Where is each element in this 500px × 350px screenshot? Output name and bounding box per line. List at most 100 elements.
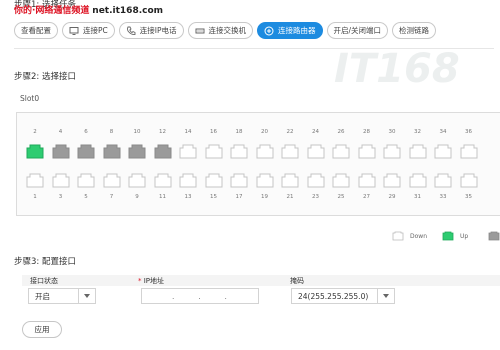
ethernet-port-9[interactable]: [128, 173, 146, 188]
ethernet-port-34[interactable]: [434, 144, 452, 159]
ethernet-port-33[interactable]: [434, 173, 452, 188]
ethernet-port-32[interactable]: [409, 144, 427, 159]
ethernet-port-23[interactable]: [307, 173, 325, 188]
phone-icon: [126, 26, 136, 36]
mask-value: 24(255.255.255.0): [298, 291, 369, 301]
port-number-bottom: 25: [337, 194, 345, 200]
task-connect-switch-button[interactable]: 连接交换机: [187, 22, 253, 39]
chevron-down-icon: [377, 289, 394, 303]
task-label: 连接交换机: [208, 26, 247, 35]
ethernet-port-10[interactable]: [128, 144, 146, 159]
task-toggle-port-button[interactable]: 开启/关闭端口: [326, 22, 389, 39]
ethernet-port-3[interactable]: [52, 173, 70, 188]
ip-label: * IP地址: [138, 276, 164, 286]
port-number-bottom: 27: [363, 194, 370, 200]
task-view-config-button[interactable]: 查看配置: [14, 22, 58, 39]
task-label: 检测链路: [399, 26, 430, 35]
chevron-down-icon: [78, 289, 95, 303]
mask-label: 掩码: [290, 277, 304, 285]
site-watermark-url: net.it168.com: [92, 6, 164, 16]
mask-select[interactable]: 24(255.255.255.0): [291, 288, 395, 304]
ethernet-port-4[interactable]: [52, 144, 70, 159]
task-connect-ip-phone-button[interactable]: 连接IP电话: [118, 22, 184, 39]
port-number-top: 28: [363, 129, 370, 135]
port-number-top: 32: [414, 129, 421, 135]
port-number-bottom: 21: [286, 194, 294, 200]
ethernet-port-7[interactable]: [103, 173, 121, 188]
port-number-bottom: 35: [465, 194, 472, 200]
ip-label-text: IP地址: [143, 277, 165, 285]
port-number-top: 6: [84, 129, 88, 135]
task-link-check-button[interactable]: 检测链路: [392, 22, 437, 39]
ethernet-port-1[interactable]: [26, 173, 44, 188]
selected-port-swatch: [488, 231, 500, 241]
ethernet-port-24[interactable]: [307, 144, 325, 159]
ethernet-port-13[interactable]: [179, 173, 197, 188]
ethernet-port-15[interactable]: [205, 173, 223, 188]
port-number-bottom: 17: [235, 194, 243, 200]
ethernet-port-2[interactable]: [26, 144, 44, 159]
port-number-top: 30: [388, 129, 396, 135]
down-port-swatch: [392, 231, 404, 241]
apply-button[interactable]: 应用: [22, 321, 62, 338]
port-number-top: 18: [235, 129, 243, 135]
step3-title: 步骤3: 配置接口: [14, 257, 76, 267]
ethernet-port-25[interactable]: [332, 173, 350, 188]
port-number-bottom: 13: [184, 194, 192, 200]
ethernet-port-5[interactable]: [77, 173, 95, 188]
port-number-top: 34: [439, 129, 447, 135]
legend-down-label: Down: [410, 232, 428, 240]
ethernet-port-16[interactable]: [205, 144, 223, 159]
port-number-top: 16: [210, 129, 217, 135]
ethernet-port-18[interactable]: [230, 144, 248, 159]
port-number-bottom: 31: [414, 194, 421, 200]
ethernet-port-6[interactable]: [77, 144, 95, 159]
ethernet-port-26[interactable]: [332, 144, 350, 159]
port-number-top: 12: [159, 129, 166, 135]
task-label: 连接PC: [83, 26, 108, 35]
site-watermark-text: 你的·网络通信频道 net.it168.com: [14, 3, 163, 16]
task-bar: 查看配置 连接PC 连接IP电话 连接交换机 连接路由器 开启/关闭端口 检测链…: [14, 22, 437, 39]
ethernet-port-30[interactable]: [383, 144, 401, 159]
ethernet-port-35[interactable]: [460, 173, 478, 188]
ip-address-input[interactable]: . . .: [141, 288, 259, 304]
ethernet-port-12[interactable]: [154, 144, 172, 159]
port-number-bottom: 29: [388, 194, 396, 200]
port-number-bottom: 19: [261, 194, 268, 200]
ethernet-port-21[interactable]: [281, 173, 299, 188]
port-number-top: 20: [261, 129, 268, 135]
legend-up: Up: [442, 231, 468, 241]
ethernet-port-11[interactable]: [154, 173, 172, 188]
port-number-top: 24: [312, 129, 319, 135]
port-panel: [16, 112, 500, 216]
it168-watermark-logo: IT168: [334, 46, 460, 92]
task-connect-router-button[interactable]: 连接路由器: [257, 22, 323, 39]
ethernet-port-31[interactable]: [409, 173, 427, 188]
form-header: [22, 275, 500, 286]
site-watermark-prefix: 你的·网络通信频道: [14, 6, 90, 16]
task-connect-pc-button[interactable]: 连接PC: [62, 22, 115, 39]
switch-icon: [195, 26, 205, 36]
port-number-bottom: 33: [439, 194, 447, 200]
port-number-bottom: 9: [135, 194, 139, 200]
ethernet-port-27[interactable]: [358, 173, 376, 188]
port-number-bottom: 11: [159, 194, 166, 200]
legend-up-label: Up: [460, 232, 469, 240]
ethernet-port-19[interactable]: [256, 173, 274, 188]
status-label: 接口状态: [30, 277, 58, 285]
ethernet-port-8[interactable]: [103, 144, 121, 159]
status-value: 开启: [35, 291, 50, 301]
task-label: 查看配置: [21, 26, 51, 35]
ethernet-port-22[interactable]: [281, 144, 299, 159]
ethernet-port-29[interactable]: [383, 173, 401, 188]
port-number-top: 2: [33, 129, 37, 135]
ethernet-port-36[interactable]: [460, 144, 478, 159]
port-number-top: 10: [133, 129, 141, 135]
port-number-top: 14: [184, 129, 192, 135]
ethernet-port-17[interactable]: [230, 173, 248, 188]
status-select[interactable]: 开启: [28, 288, 96, 304]
slot-label: Slot0: [20, 94, 40, 103]
ethernet-port-28[interactable]: [358, 144, 376, 159]
ethernet-port-14[interactable]: [179, 144, 197, 159]
ethernet-port-20[interactable]: [256, 144, 274, 159]
